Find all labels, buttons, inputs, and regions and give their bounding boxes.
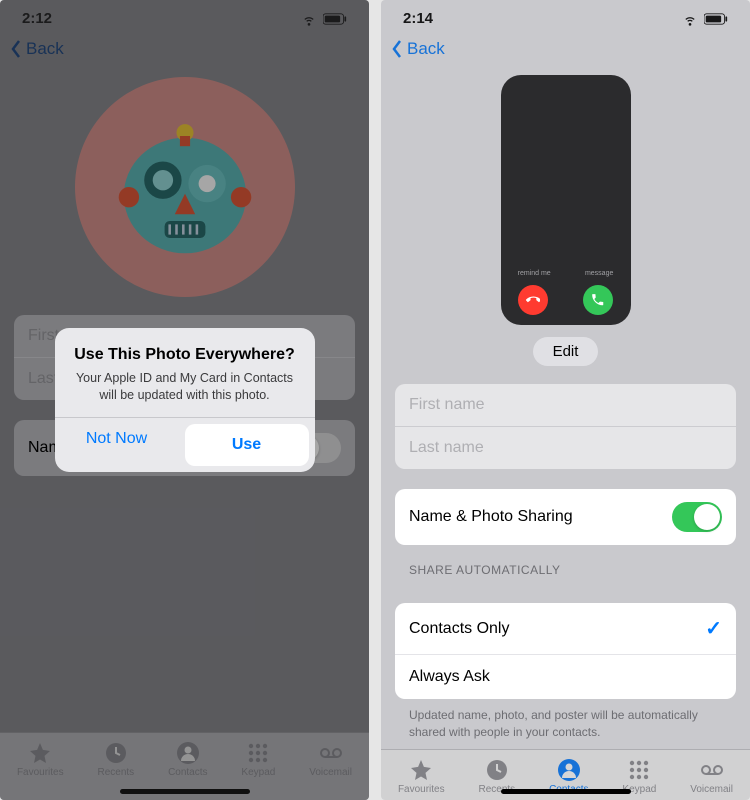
accept-icon bbox=[583, 285, 613, 315]
use-photo-alert: Use This Photo Everywhere? Your Apple ID… bbox=[55, 328, 315, 473]
checkmark-icon: ✓ bbox=[705, 616, 722, 641]
alert-message: Your Apple ID and My Card in Contacts wi… bbox=[69, 370, 301, 404]
wifi-icon bbox=[682, 11, 698, 27]
person-icon bbox=[557, 758, 581, 782]
alert-buttons: Not Now Use bbox=[55, 417, 315, 472]
name-photo-sharing-row[interactable]: Name & Photo Sharing bbox=[395, 489, 736, 545]
option-contacts-only[interactable]: Contacts Only ✓ bbox=[395, 603, 736, 655]
clock: 2:14 bbox=[403, 10, 433, 27]
sharing-toggle[interactable] bbox=[672, 502, 722, 532]
share-options: Contacts Only ✓ Always Ask bbox=[395, 603, 736, 699]
clock-icon bbox=[485, 758, 509, 782]
option-always-ask[interactable]: Always Ask bbox=[395, 655, 736, 699]
sharing-label: Name & Photo Sharing bbox=[409, 508, 573, 526]
screenshot-left: 2:12 Back Firs bbox=[0, 0, 369, 800]
contact-poster-preview: remind memessage bbox=[501, 75, 631, 325]
content: remind memessage Edit First name Last na… bbox=[381, 67, 750, 749]
sharing-row-card: Name & Photo Sharing bbox=[395, 489, 736, 545]
back-label: Back bbox=[407, 39, 445, 59]
tab-favourites[interactable]: Favourites bbox=[398, 758, 445, 795]
battery-icon bbox=[704, 13, 728, 25]
status-icons bbox=[682, 11, 728, 27]
use-button[interactable]: Use bbox=[185, 424, 309, 466]
alert-title: Use This Photo Everywhere? bbox=[69, 346, 301, 364]
alert-scrim: Use This Photo Everywhere? Your Apple ID… bbox=[0, 0, 369, 800]
name-fields: First name Last name bbox=[395, 384, 736, 469]
voicemail-icon bbox=[700, 758, 724, 782]
share-footer-note: Updated name, photo, and poster will be … bbox=[395, 699, 736, 749]
screenshot-right: 2:14 Back remind memessage Edit First na… bbox=[381, 0, 750, 800]
not-now-button[interactable]: Not Now bbox=[55, 418, 179, 472]
last-name-field[interactable]: Last name bbox=[395, 427, 736, 469]
share-automatically-header: SHARE AUTOMATICALLY bbox=[395, 545, 736, 583]
keypad-icon bbox=[627, 758, 651, 782]
chevron-left-icon bbox=[391, 39, 403, 59]
star-icon bbox=[409, 758, 433, 782]
option-label: Always Ask bbox=[409, 668, 490, 686]
status-bar: 2:14 bbox=[381, 0, 750, 31]
option-label: Contacts Only bbox=[409, 620, 509, 638]
first-name-field[interactable]: First name bbox=[395, 384, 736, 427]
nav-back[interactable]: Back bbox=[381, 31, 750, 67]
tab-voicemail[interactable]: Voicemail bbox=[690, 758, 733, 795]
home-indicator bbox=[501, 789, 631, 794]
edit-button[interactable]: Edit bbox=[533, 337, 599, 366]
decline-icon bbox=[518, 285, 548, 315]
